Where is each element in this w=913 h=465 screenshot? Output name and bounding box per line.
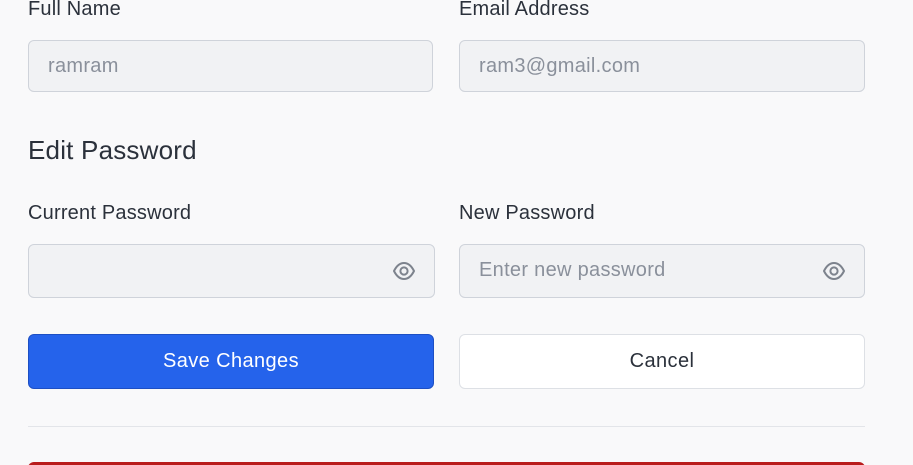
eye-icon[interactable] (822, 261, 846, 281)
email-field[interactable]: ram3@gmail.com (459, 40, 865, 92)
edit-password-heading: Edit Password (28, 135, 197, 165)
new-password-placeholder: Enter new password (479, 259, 666, 281)
email-label: Email Address (459, 0, 590, 20)
full-name-value: ramram (48, 55, 119, 77)
full-name-field[interactable]: ramram (28, 40, 433, 92)
full-name-label: Full Name (28, 0, 121, 20)
current-password-input[interactable] (28, 244, 435, 298)
new-password-input[interactable]: Enter new password (459, 244, 865, 298)
cancel-button[interactable]: Cancel (459, 334, 865, 389)
email-value: ram3@gmail.com (479, 55, 641, 77)
save-changes-button[interactable]: Save Changes (28, 334, 434, 389)
new-password-label: New Password (459, 202, 595, 224)
section-divider (28, 426, 865, 427)
profile-settings-form: Full Name Email Address ramram ram3@gmai… (0, 0, 913, 465)
current-password-label: Current Password (28, 202, 192, 224)
eye-icon[interactable] (392, 261, 416, 281)
